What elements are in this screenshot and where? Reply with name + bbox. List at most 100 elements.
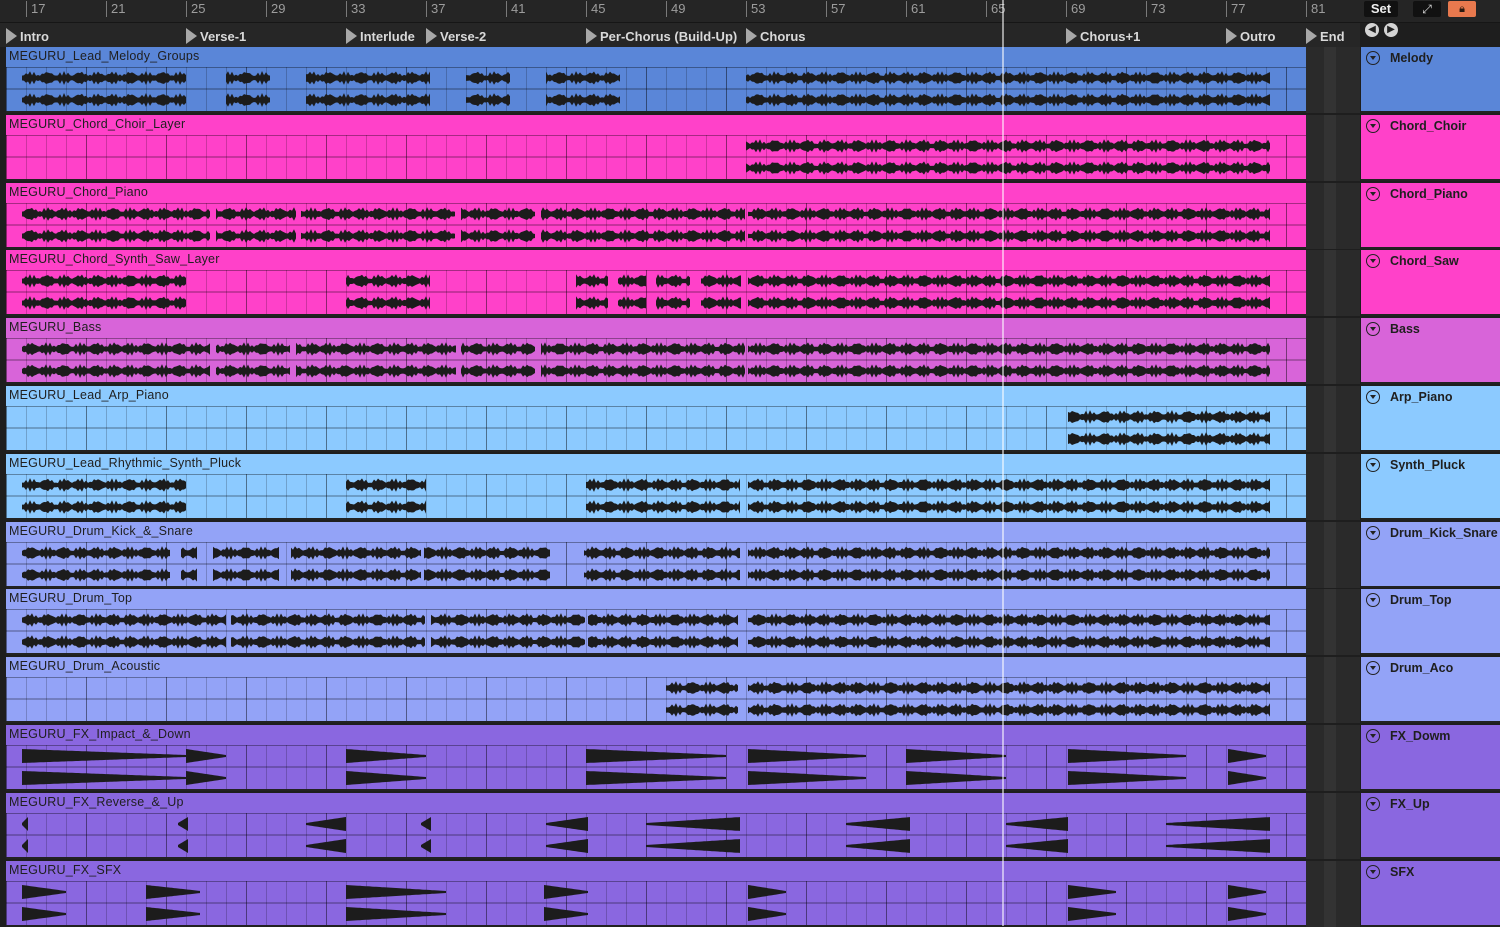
fold-chevron-icon[interactable]	[1366, 796, 1380, 811]
track-name[interactable]: Drum_Kick_Snare	[1390, 526, 1498, 540]
locator-label: Interlude	[360, 28, 415, 44]
track-separator	[1324, 318, 1336, 385]
track-header[interactable]: Chord_Saw	[1361, 250, 1500, 317]
track-name[interactable]: Drum_Top	[1390, 593, 1452, 607]
clip-name: MEGURU_Bass	[9, 320, 102, 335]
track-header[interactable]: SFX	[1361, 860, 1500, 927]
track-gap	[1306, 250, 1360, 317]
audio-clip[interactable]: MEGURU_Lead_Arp_Piano	[6, 386, 1306, 452]
fold-chevron-icon[interactable]	[1366, 390, 1380, 404]
bar-number: 77	[1226, 1, 1245, 17]
clip-name: MEGURU_Lead_Arp_Piano	[9, 388, 169, 402]
locator-chorus[interactable]: Chorus	[746, 27, 806, 45]
bar-number: 57	[826, 1, 845, 17]
track-name[interactable]: Chord_Choir	[1390, 119, 1466, 133]
audio-clip[interactable]: MEGURU_FX_Impact_&_Down	[6, 725, 1306, 791]
locator-label: Intro	[20, 28, 49, 44]
track-header[interactable]: Drum_Top	[1361, 589, 1500, 656]
fold-chevron-icon[interactable]	[1366, 525, 1380, 540]
track-gap	[1306, 725, 1360, 791]
audio-clip[interactable]: MEGURU_Chord_Synth_Saw_Layer	[6, 250, 1306, 317]
expand-icon[interactable]: ⤢	[1413, 1, 1441, 17]
bar-number: 53	[746, 1, 765, 17]
audio-clip[interactable]: MEGURU_Chord_Piano	[6, 182, 1306, 249]
bar-number: 49	[666, 1, 685, 17]
track-name[interactable]: FX_Dowm	[1390, 729, 1450, 743]
track-header[interactable]: Drum_Aco	[1361, 657, 1500, 724]
audio-clip[interactable]: MEGURU_FX_SFX	[6, 860, 1306, 927]
fold-chevron-icon[interactable]	[1366, 51, 1380, 65]
track-header[interactable]: Bass	[1361, 318, 1500, 385]
set-locator-button[interactable]: Set	[1364, 1, 1398, 17]
audio-clip[interactable]: MEGURU_Bass	[6, 318, 1306, 385]
track-gap	[1306, 182, 1360, 249]
audio-clip[interactable]: MEGURU_Drum_Top	[6, 589, 1306, 656]
locator-lane[interactable]: Intro Verse-1 Interlude Verse-2 Per-Chor…	[0, 23, 1360, 47]
track-separator	[1324, 114, 1336, 181]
audio-clip[interactable]: MEGURU_Drum_Acoustic	[6, 657, 1306, 724]
locator-chorus-plus-1[interactable]: Chorus+1	[1066, 27, 1140, 45]
track-header[interactable]: Melody	[1361, 47, 1500, 113]
fold-chevron-icon[interactable]	[1366, 729, 1380, 743]
audio-clip[interactable]: MEGURU_FX_Reverse_&_Up	[6, 792, 1306, 859]
locator-verse-2[interactable]: Verse-2	[426, 27, 486, 45]
track-separator	[1324, 725, 1336, 791]
locator-interlude[interactable]: Interlude	[346, 27, 415, 45]
waveform	[6, 67, 1306, 111]
bar-number: 29	[266, 1, 285, 17]
locator-outro[interactable]: Outro	[1226, 27, 1275, 45]
track-name[interactable]: Chord_Saw	[1390, 254, 1459, 268]
track-name[interactable]: SFX	[1390, 865, 1414, 879]
track-header[interactable]: FX_Dowm	[1361, 725, 1500, 791]
arrangement-tracks: MEGURU_Lead_Melody_Groups Melody MEGURU_Ch…	[0, 47, 1500, 927]
track-name[interactable]: FX_Up	[1390, 797, 1430, 811]
track-name[interactable]: Synth_Pluck	[1390, 458, 1465, 472]
track-gap	[1306, 521, 1360, 588]
fold-chevron-icon[interactable]	[1366, 864, 1380, 879]
fold-chevron-icon[interactable]	[1366, 661, 1380, 676]
track-gap	[1306, 114, 1360, 181]
locator-verse-1[interactable]: Verse-1	[186, 27, 246, 45]
track-header[interactable]: Chord_Choir	[1361, 114, 1500, 181]
track-header[interactable]: Drum_Kick_Snare	[1361, 521, 1500, 588]
clip-name: MEGURU_Drum_Acoustic	[9, 659, 161, 674]
track-name[interactable]: Drum_Aco	[1390, 661, 1453, 675]
audio-clip[interactable]: MEGURU_Lead_Rhythmic_Synth_Pluck	[6, 453, 1306, 520]
bar-number: 45	[586, 1, 605, 17]
fold-chevron-icon[interactable]	[1366, 457, 1380, 472]
track-name[interactable]: Chord_Piano	[1390, 187, 1468, 201]
clip-name: MEGURU_FX_Impact_&_Down	[9, 727, 191, 741]
fold-chevron-icon[interactable]	[1366, 322, 1380, 337]
track-header[interactable]: Synth_Pluck	[1361, 453, 1500, 520]
arrow-right-icon[interactable]: ▶	[1384, 23, 1398, 37]
fold-chevron-icon[interactable]	[1366, 254, 1380, 269]
fold-chevron-icon[interactable]	[1366, 186, 1380, 201]
locator-intro[interactable]: Intro	[6, 27, 49, 45]
lock-icon[interactable]: 🔒︎	[1448, 1, 1476, 17]
waveform	[6, 745, 1306, 789]
track-row: MEGURU_Lead_Rhythmic_Synth_Pluck Synth_Pl…	[0, 453, 1500, 520]
locator-label: Chorus+1	[1080, 28, 1141, 44]
audio-clip[interactable]: MEGURU_Drum_Kick_&_Snare	[6, 521, 1306, 588]
bar-number: 25	[186, 1, 205, 17]
locator-end[interactable]: End	[1306, 27, 1345, 45]
track-name[interactable]: Arp_Piano	[1390, 390, 1453, 404]
clip-name: MEGURU_Chord_Synth_Saw_Layer	[9, 252, 220, 267]
locator-flag-icon	[586, 28, 597, 44]
fold-chevron-icon[interactable]	[1366, 118, 1380, 133]
waveform	[6, 880, 1306, 925]
locator-pre-chorus[interactable]: Per-Chorus (Build-Up)	[586, 27, 737, 45]
track-header[interactable]: FX_Up	[1361, 792, 1500, 859]
arrow-left-icon[interactable]: ◀	[1365, 23, 1379, 37]
bar-number: 37	[426, 1, 445, 17]
track-header[interactable]: Arp_Piano	[1361, 386, 1500, 452]
audio-clip[interactable]: MEGURU_Lead_Melody_Groups	[6, 47, 1306, 113]
locator-flag-icon	[1066, 28, 1077, 44]
track-name[interactable]: Bass	[1390, 322, 1420, 336]
audio-clip[interactable]: MEGURU_Chord_Choir_Layer	[6, 114, 1306, 181]
track-separator	[1324, 386, 1336, 452]
track-name[interactable]: Melody	[1390, 51, 1433, 65]
track-header[interactable]: Chord_Piano	[1361, 182, 1500, 249]
fold-chevron-icon[interactable]	[1366, 593, 1380, 608]
bar-ruler[interactable]: 17 21 25 29 33 37 41 45 49 53 57 61 65 6…	[0, 0, 1500, 23]
